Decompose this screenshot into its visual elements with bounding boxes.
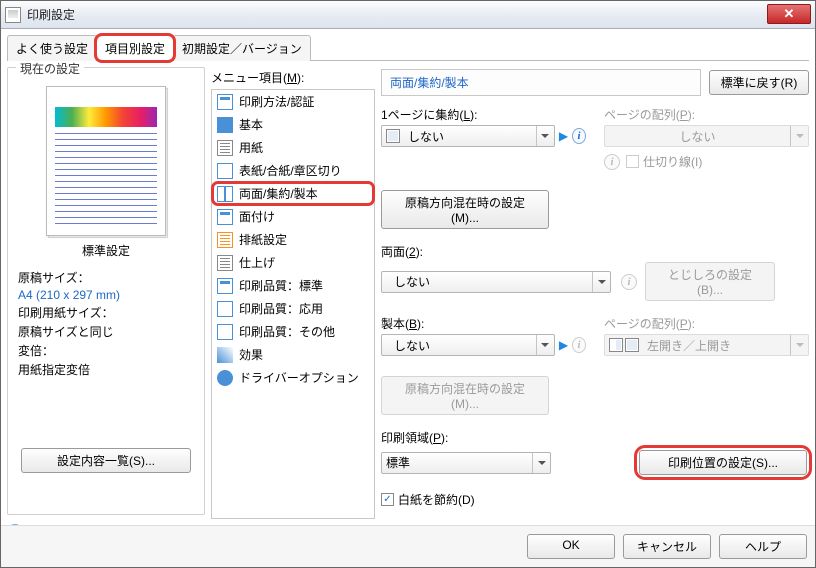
nup-layout-label: ページの配列(P): xyxy=(604,106,809,123)
left-column: 現在の設定 標準設定 原稿サイズ： A4 (210 x 297 mm) 印刷用紙… xyxy=(7,67,205,540)
menu-list: 印刷方法/認証 基本 用紙 表紙/合紙/章区切り 両面/集約/製本 面付け 排紙… xyxy=(211,89,375,519)
nup-thumb-icon xyxy=(386,129,400,143)
detail-panel: 両面/集約/製本 標準に戻す(R) 1ページに集約(L): しない ▶ i xyxy=(381,67,809,540)
book-layout-label: ページの配列(P): xyxy=(604,315,809,332)
menu-items-label: メニュー項目(M): xyxy=(211,69,375,86)
chevron-down-icon xyxy=(790,335,808,355)
content-area: 現在の設定 標準設定 原稿サイズ： A4 (210 x 297 mm) 印刷用紙… xyxy=(1,61,815,546)
menu-item-driver-options[interactable]: ドライバーオプション xyxy=(212,366,374,389)
print-area-label: 印刷領域(P): xyxy=(381,429,809,446)
arrow-right-icon: ▶ xyxy=(559,338,568,352)
menu-item-quality-adv[interactable]: 印刷品質：応用 xyxy=(212,297,374,320)
basic-icon xyxy=(217,117,233,133)
zoom-value: 用紙指定変倍 xyxy=(18,361,196,378)
book-layout-dropdown: 左開き／上開き xyxy=(604,334,809,356)
save-blank-checkbox[interactable]: ✓ xyxy=(381,493,394,506)
output-icon xyxy=(217,232,233,248)
duplex-icon xyxy=(217,186,233,202)
panel-title: 両面/集約/製本 xyxy=(381,69,701,96)
close-button[interactable]: ✕ xyxy=(767,4,811,24)
window-title: 印刷設定 xyxy=(27,6,75,23)
current-settings-legend: 現在の設定 xyxy=(16,60,84,77)
quality-adv-icon xyxy=(217,301,233,317)
impose-icon xyxy=(217,209,233,225)
restore-defaults-button[interactable]: 標準に戻す(R) xyxy=(709,70,809,95)
mixed-orientation-button-2: 原稿方向混在時の設定(M)... xyxy=(381,376,549,415)
separator-label: 仕切り線(I) xyxy=(643,153,702,170)
help-button[interactable]: ヘルプ xyxy=(719,534,807,559)
duplex-info-icon: i xyxy=(621,274,637,290)
paper-size-value: 原稿サイズと同じ xyxy=(18,323,196,340)
duplex-dropdown[interactable]: しない xyxy=(381,271,611,293)
preview-lines xyxy=(55,133,157,225)
paper-icon xyxy=(217,140,233,156)
book-thumb-icon xyxy=(625,338,639,352)
ok-button[interactable]: OK xyxy=(527,534,615,559)
sep-info-icon: i xyxy=(604,154,620,170)
page-auth-icon xyxy=(217,94,233,110)
menu-item-duplex-nup-book[interactable]: 両面/集約/製本 xyxy=(212,182,374,205)
orig-size-label: 原稿サイズ： xyxy=(18,269,196,286)
preview-caption: 標準設定 xyxy=(16,242,196,259)
nup-info-icon[interactable]: i xyxy=(572,128,586,144)
book-dropdown[interactable]: しない xyxy=(381,334,555,356)
chevron-down-icon xyxy=(790,126,808,146)
dialog-button-bar: OK キャンセル ヘルプ xyxy=(1,525,815,567)
orig-size-value: A4 (210 x 297 mm) xyxy=(18,288,196,302)
print-area-dropdown[interactable]: 標準 xyxy=(381,452,551,474)
menu-item-finishing[interactable]: 仕上げ xyxy=(212,251,374,274)
settings-list-button[interactable]: 設定内容一覧(S)... xyxy=(21,448,191,473)
menu-item-paper[interactable]: 用紙 xyxy=(212,136,374,159)
quality-other-icon xyxy=(217,324,233,340)
menu-item-quality-std[interactable]: 印刷品質：標準 xyxy=(212,274,374,297)
book-open-icon xyxy=(609,338,623,352)
menu-column: メニュー項目(M): 印刷方法/認証 基本 用紙 表紙/合紙/章区切り 両面/集… xyxy=(211,67,375,540)
mixed-orientation-button-1[interactable]: 原稿方向混在時の設定(M)... xyxy=(381,190,549,229)
paper-size-label: 印刷用紙サイズ： xyxy=(18,304,196,321)
print-position-button[interactable]: 印刷位置の設定(S)... xyxy=(639,450,807,475)
binding-margin-button: とじしろの設定(B)... xyxy=(645,262,775,301)
chevron-down-icon xyxy=(536,335,554,355)
tab-frequently-used[interactable]: よく使う設定 xyxy=(7,35,97,61)
nup-label: 1ページに集約(L): xyxy=(381,106,586,123)
tab-by-item[interactable]: 項目別設定 xyxy=(96,35,174,61)
menu-item-output[interactable]: 排紙設定 xyxy=(212,228,374,251)
finishing-icon xyxy=(217,255,233,271)
current-settings-group: 現在の設定 標準設定 原稿サイズ： A4 (210 x 297 mm) 印刷用紙… xyxy=(7,67,205,515)
zoom-label: 変倍： xyxy=(18,342,196,359)
nup-dropdown[interactable]: しない xyxy=(381,125,555,147)
page-preview xyxy=(46,86,166,236)
quality-std-icon xyxy=(217,278,233,294)
menu-item-effects[interactable]: 効果 xyxy=(212,343,374,366)
menu-item-basic[interactable]: 基本 xyxy=(212,113,374,136)
duplex-label: 両面(2): xyxy=(381,243,809,260)
book-label: 製本(B): xyxy=(381,315,586,332)
menu-item-print-method[interactable]: 印刷方法/認証 xyxy=(212,90,374,113)
titlebar: 印刷設定 ✕ xyxy=(1,1,815,29)
chevron-down-icon xyxy=(592,272,610,292)
cancel-button[interactable]: キャンセル xyxy=(623,534,711,559)
gear-icon xyxy=(217,370,233,386)
nup-layout-dropdown: しない xyxy=(604,125,809,147)
tab-defaults-version[interactable]: 初期設定／バージョン xyxy=(173,35,311,61)
separator-checkbox xyxy=(626,155,639,168)
book-info-icon: i xyxy=(572,337,586,353)
chevron-down-icon xyxy=(536,126,554,146)
chevron-down-icon xyxy=(532,453,550,473)
menu-item-impose[interactable]: 面付け xyxy=(212,205,374,228)
effects-icon xyxy=(217,347,233,363)
menu-item-quality-other[interactable]: 印刷品質：その他 xyxy=(212,320,374,343)
arrow-right-icon: ▶ xyxy=(559,129,568,143)
save-blank-label: 白紙を節約(D) xyxy=(398,491,475,508)
printer-icon xyxy=(5,7,21,23)
preview-color-bar xyxy=(55,107,157,127)
cover-icon xyxy=(217,163,233,179)
print-position-highlight: 印刷位置の設定(S)... xyxy=(637,448,809,477)
menu-item-cover[interactable]: 表紙/合紙/章区切り xyxy=(212,159,374,182)
tabstrip: よく使う設定 項目別設定 初期設定／バージョン xyxy=(1,29,815,61)
